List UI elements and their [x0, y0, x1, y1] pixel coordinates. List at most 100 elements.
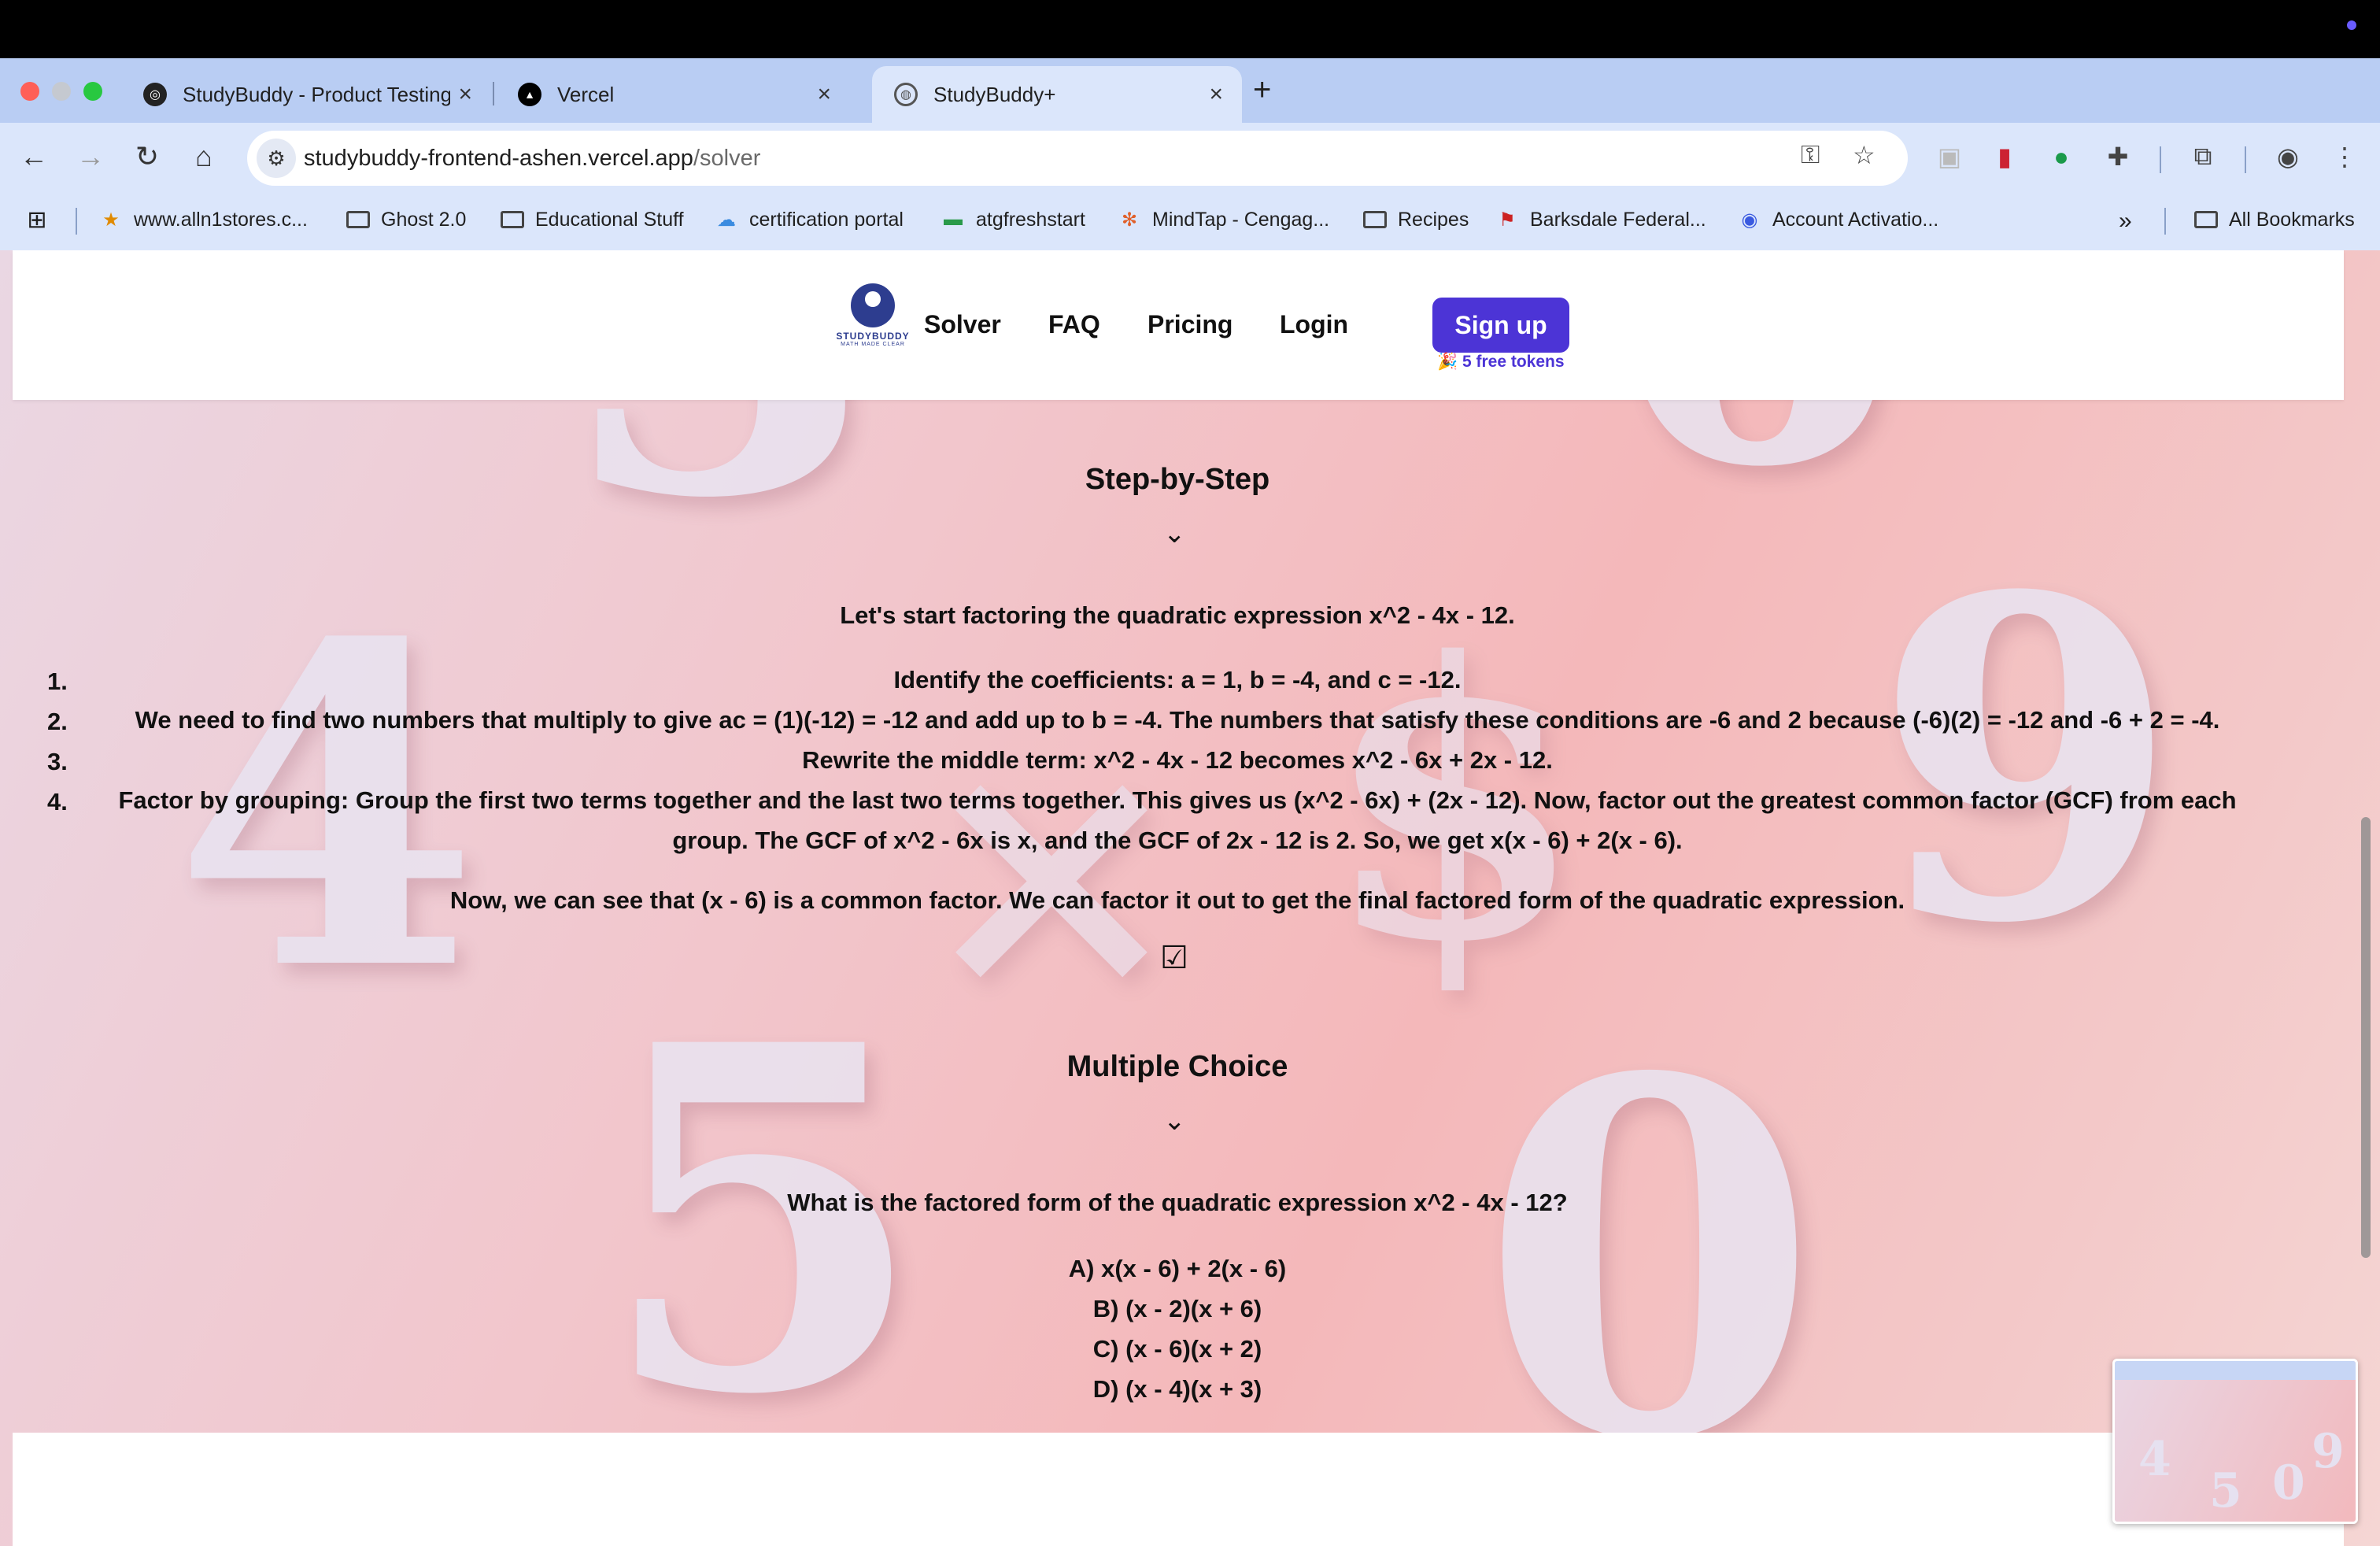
flag-icon: ⚑ — [1499, 209, 1516, 231]
address-bar[interactable]: ⚙ studybuddy-frontend-ashen.vercel.app/s… — [247, 131, 1908, 186]
url-text[interactable]: studybuddy-frontend-ashen.vercel.app/sol… — [304, 146, 760, 172]
folder-icon — [2194, 208, 2218, 231]
screenshot-thumbnail-preview[interactable]: 4 5 0 9 — [2112, 1359, 2358, 1524]
folder-icon — [501, 208, 524, 231]
tab-vercel[interactable]: ▲ Vercel × — [496, 66, 850, 123]
bookmark-atgfreshstart[interactable]: ▬ atgfreshstart — [941, 208, 1085, 231]
step-number: 3. — [47, 748, 68, 775]
tab-search-icon[interactable]: ⧉ — [2183, 137, 2223, 176]
answer-option[interactable]: D) (x - 4)(x + 3) — [0, 1375, 2355, 1404]
tab-strip: ◎ StudyBuddy - Product Testing × ▲ Verce… — [0, 58, 2380, 123]
page-viewport[interactable]: 3 6 4 × $ 9 5 0 STUDYBUDDY MATH MADE CLE… — [0, 250, 2380, 1546]
back-arrow-icon[interactable]: ← — [14, 137, 54, 176]
close-tab-icon[interactable]: × — [817, 81, 831, 108]
browser-toolbar: ← → ↻ ⌂ ⚙ studybuddy-frontend-ashen.verc… — [0, 123, 2380, 194]
free-tokens-badge: 🎉 5 free tokens — [1437, 353, 1565, 371]
key-icon[interactable]: ⚿ — [1801, 140, 1820, 170]
step-text: Identify the coefficients: a = 1, b = -4… — [893, 666, 1462, 693]
bookmarks-overflow-icon[interactable]: » — [2119, 208, 2132, 235]
toolbar-separator — [2245, 146, 2246, 173]
checklist-icon: ☑ — [1160, 941, 1188, 975]
bookmark-account-activation[interactable]: ◉ Account Activatio... — [1738, 208, 1939, 231]
tab-separator — [493, 82, 494, 105]
url-host: studybuddy-frontend-ashen.vercel.app — [304, 146, 693, 171]
all-bookmarks[interactable]: All Bookmarks — [2194, 208, 2355, 231]
answer-option[interactable]: B) (x - 2)(x + 6) — [0, 1295, 2355, 1323]
step-number: 1. — [47, 668, 68, 695]
tab-studybuddy-product-testing[interactable]: ◎ StudyBuddy - Product Testing × — [121, 66, 491, 123]
bookmark-star-icon[interactable]: ☆ — [1853, 140, 1876, 170]
bookmark-label: www.alln1stores.c... — [134, 208, 308, 231]
site-settings-icon[interactable]: ⚙ — [257, 139, 296, 178]
bookmark-barksdale[interactable]: ⚑ Barksdale Federal... — [1495, 208, 1706, 231]
maximize-window-button[interactable] — [83, 82, 102, 101]
thumbnail-digit: 4 — [2138, 1432, 2171, 1487]
close-tab-icon[interactable]: × — [458, 81, 472, 108]
bookmarks-separator — [76, 208, 77, 235]
chevron-down-icon[interactable]: ⌄ — [1163, 518, 1186, 549]
card-icon: ▬ — [944, 209, 963, 230]
folder-icon — [346, 208, 370, 231]
step-intro: Let's start factoring the quadratic expr… — [840, 601, 1515, 629]
new-tab-button[interactable]: + — [1253, 72, 1271, 108]
more-menu-icon[interactable]: ⋮ — [2325, 137, 2364, 176]
bookmark-educational-stuff[interactable]: Educational Stuff — [501, 208, 684, 231]
cloud-icon: ☁ — [717, 209, 736, 231]
minimize-window-button[interactable] — [52, 82, 71, 101]
nav-pricing[interactable]: Pricing — [1148, 310, 1232, 339]
step-by-step-heading: Step-by-Step — [1085, 463, 1270, 496]
os-menu-bar — [0, 0, 2380, 58]
thumbnail-digit: 5 — [2209, 1463, 2242, 1518]
bookmarks-bar: ⊞ ★ www.alln1stores.c... Ghost 2.0 Educat… — [0, 194, 2380, 250]
tab-studybuddy-plus[interactable]: ◍ StudyBuddy+ × — [872, 66, 1242, 123]
profile-avatar-icon[interactable]: ◉ — [2268, 137, 2308, 176]
bookmark-label: Recipes — [1398, 208, 1469, 231]
reload-icon[interactable]: ↻ — [128, 137, 167, 176]
overflow-label: » — [2119, 208, 2132, 234]
thumbnail-digit: 0 — [2272, 1455, 2305, 1511]
bookmarks-separator — [2164, 208, 2166, 235]
bookmark-label: All Bookmarks — [2229, 208, 2355, 231]
bookmark-label: atgfreshstart — [976, 208, 1085, 231]
extensions-puzzle-icon[interactable]: ✚ — [2098, 137, 2138, 176]
openai-icon: ◎ — [143, 83, 167, 106]
bookmark-alln1stores[interactable]: ★ www.alln1stores.c... — [99, 208, 308, 231]
extension-icon[interactable]: ▣ — [1930, 137, 1969, 176]
step-text: We need to find two numbers that multipl… — [135, 706, 2220, 734]
bookmark-ghost[interactable]: Ghost 2.0 — [346, 208, 466, 231]
answer-option[interactable]: A) x(x - 6) + 2(x - 6) — [0, 1255, 2355, 1283]
chevron-down-icon[interactable]: ⌄ — [1163, 1105, 1186, 1137]
bookmark-label: MindTap - Cengag... — [1152, 208, 1330, 231]
bookmark-mindtap[interactable]: ✻ MindTap - Cengag... — [1118, 208, 1329, 231]
bookmark-certification-portal[interactable]: ☁ certification portal — [715, 208, 904, 231]
forward-arrow-icon[interactable]: → — [71, 137, 110, 176]
status-dot-icon — [2347, 20, 2356, 30]
nav-faq[interactable]: FAQ — [1048, 310, 1100, 339]
nav-login[interactable]: Login — [1280, 310, 1348, 339]
grammarly-icon[interactable]: ● — [2042, 137, 2081, 176]
logo-text: STUDYBUDDY — [836, 331, 910, 342]
close-tab-icon[interactable]: × — [1209, 81, 1223, 108]
browser-chrome: ◎ StudyBuddy - Product Testing × ▲ Verce… — [0, 58, 2380, 250]
answer-option[interactable]: C) (x - 6)(x + 2) — [0, 1335, 2355, 1363]
globe-icon: ◍ — [894, 83, 918, 106]
extension-book-icon[interactable]: ▮ — [1985, 137, 2024, 176]
owl-logo-icon — [851, 283, 895, 327]
close-window-button[interactable] — [20, 82, 39, 101]
nav-solver[interactable]: Solver — [924, 310, 1001, 339]
studybuddy-logo[interactable]: STUDYBUDDY MATH MADE CLEAR — [830, 283, 916, 350]
page-scrollbar[interactable] — [2361, 817, 2371, 1258]
home-icon[interactable]: ⌂ — [184, 137, 224, 176]
tab-title: StudyBuddy+ — [933, 82, 1056, 106]
page-footer-panel — [13, 1433, 2344, 1546]
sign-up-button[interactable]: Sign up — [1432, 298, 1569, 353]
step-text: Rewrite the middle term: x^2 - 4x - 12 b… — [802, 746, 1553, 774]
bookmark-label: Account Activatio... — [1772, 208, 1939, 231]
url-path: /solver — [693, 146, 761, 171]
step-text: Factor by grouping: Group the first two … — [118, 786, 2237, 854]
bookmark-label: Barksdale Federal... — [1530, 208, 1706, 231]
apps-grid-icon[interactable]: ⊞ — [25, 207, 60, 233]
bookmark-recipes[interactable]: Recipes — [1363, 208, 1469, 231]
shield-icon: ◉ — [1741, 209, 1758, 231]
step-conclusion: Now, we can see that (x - 6) is a common… — [449, 886, 1905, 914]
